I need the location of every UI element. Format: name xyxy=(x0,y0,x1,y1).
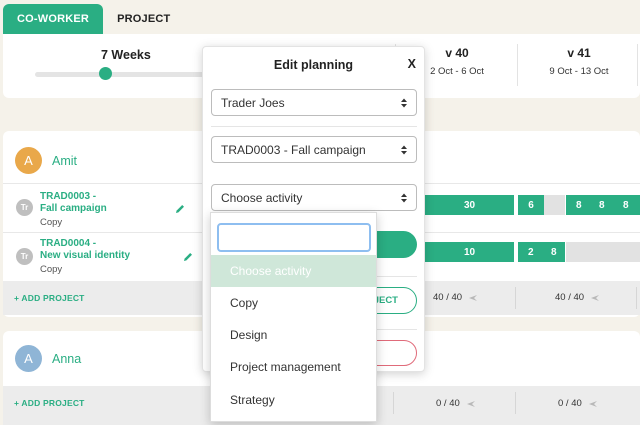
column-divider xyxy=(637,44,638,86)
day-hours-cell[interactable]: 6 xyxy=(518,195,544,215)
avatar: A xyxy=(15,345,42,372)
column-divider xyxy=(517,44,518,86)
planned-hours-bar[interactable]: 30 xyxy=(425,195,514,215)
day-hours-group[interactable]: 2 8 xyxy=(518,242,565,262)
add-project-button[interactable]: + ADD PROJECT xyxy=(14,293,85,303)
activity-search-input[interactable] xyxy=(217,223,371,252)
client-select[interactable]: Trader Joes xyxy=(211,89,417,116)
plane-icon xyxy=(469,294,478,301)
dropdown-option-copy[interactable]: Copy xyxy=(211,287,376,319)
project-activity: Copy xyxy=(40,264,63,275)
planned-hours-bar[interactable]: 10 xyxy=(425,242,514,262)
modal-title: Edit planning xyxy=(273,58,354,72)
select-arrows-icon xyxy=(401,98,407,108)
plane-icon xyxy=(591,294,600,301)
select-arrows-icon xyxy=(401,145,407,155)
planned-hours: 10 xyxy=(463,246,476,258)
plane-icon xyxy=(466,400,475,407)
project-code[interactable]: TRAD0004 - xyxy=(40,238,96,250)
planned-hours: 30 xyxy=(463,199,476,211)
capacity-value: 40 / 40 xyxy=(433,292,463,303)
week-dates: 2 Oct - 6 Oct xyxy=(430,66,484,77)
capacity-week-41: 40 / 40 xyxy=(555,292,600,303)
project-badge: Tr xyxy=(16,199,33,216)
project-select-value: TRAD0003 - Fall campaign xyxy=(221,142,366,157)
activity-select[interactable]: Choose activity xyxy=(211,184,417,211)
dropdown-option-strategy[interactable]: Strategy xyxy=(211,384,376,416)
empty-day-cell[interactable] xyxy=(544,195,565,215)
week-label: v 41 xyxy=(567,46,591,60)
project-activity: Copy xyxy=(40,217,63,228)
add-project-label: ADD PROJECT xyxy=(21,398,85,408)
person-name[interactable]: Anna xyxy=(52,352,81,366)
capacity-value: 0 / 40 xyxy=(558,398,582,409)
project-code[interactable]: TRAD0003 - xyxy=(40,191,96,203)
plus-icon: + xyxy=(14,398,20,408)
day-hours: 8 xyxy=(551,246,557,258)
project-select[interactable]: TRAD0003 - Fall campaign xyxy=(211,136,417,163)
empty-day-cell[interactable] xyxy=(566,242,640,262)
plane-icon xyxy=(588,400,597,407)
modal-divider xyxy=(211,126,417,127)
tab-co-worker[interactable]: CO-WORKER xyxy=(3,4,104,34)
day-hours: 2 xyxy=(528,246,534,258)
capacity-value: 0 / 40 xyxy=(436,398,460,409)
column-divider xyxy=(515,287,516,309)
weeks-range-label: 7 Weeks xyxy=(101,48,151,62)
person-name[interactable]: Amit xyxy=(52,154,77,168)
day-hours-group[interactable]: 8 8 8 xyxy=(566,195,640,215)
dropdown-option-choose-activity[interactable]: Choose activity xyxy=(211,255,376,287)
avatar: A xyxy=(15,147,42,174)
capacity-week-41: 0 / 40 xyxy=(558,398,598,409)
add-project-button[interactable]: + ADD PROJECT xyxy=(14,398,85,408)
dropdown-option-project-management[interactable]: Project management xyxy=(211,351,376,383)
capacity-week-40: 40 / 40 xyxy=(433,292,478,303)
close-button[interactable]: X xyxy=(408,57,416,71)
activity-dropdown-list: Choose activity Copy Design Project mana… xyxy=(210,212,377,422)
capacity-week-40: 0 / 40 xyxy=(436,398,476,409)
week-dates: 9 Oct - 13 Oct xyxy=(549,66,609,77)
day-hours: 8 xyxy=(623,199,629,211)
weeks-slider-thumb[interactable] xyxy=(99,67,112,80)
pencil-icon[interactable] xyxy=(182,251,194,263)
select-arrows-icon xyxy=(401,193,407,203)
plus-icon: + xyxy=(14,293,20,303)
client-select-value: Trader Joes xyxy=(221,95,285,110)
outline-button-label: JECT xyxy=(373,295,398,306)
activity-select-value: Choose activity xyxy=(221,190,303,205)
capacity-value: 40 / 40 xyxy=(555,292,585,303)
tab-project[interactable]: PROJECT xyxy=(103,4,184,34)
column-divider xyxy=(636,287,637,309)
day-hours: 8 xyxy=(599,199,605,211)
day-hours: 8 xyxy=(576,199,582,211)
column-divider xyxy=(393,392,394,414)
day-hours: 6 xyxy=(528,199,534,211)
column-divider xyxy=(515,392,516,414)
week-label: v 40 xyxy=(445,46,469,60)
project-badge: Tr xyxy=(16,248,33,265)
view-tabs: CO-WORKER PROJECT xyxy=(0,0,640,34)
week-column-40: v 40 2 Oct - 6 Oct xyxy=(425,46,489,77)
weeks-slider-track[interactable] xyxy=(35,72,215,77)
week-column-41: v 41 9 Oct - 13 Oct xyxy=(547,46,611,77)
project-name[interactable]: New visual identity xyxy=(40,250,130,262)
pencil-icon[interactable] xyxy=(174,203,186,215)
add-project-label: ADD PROJECT xyxy=(21,293,85,303)
dropdown-option-design[interactable]: Design xyxy=(211,319,376,351)
project-name[interactable]: Fall campaign xyxy=(40,203,107,215)
